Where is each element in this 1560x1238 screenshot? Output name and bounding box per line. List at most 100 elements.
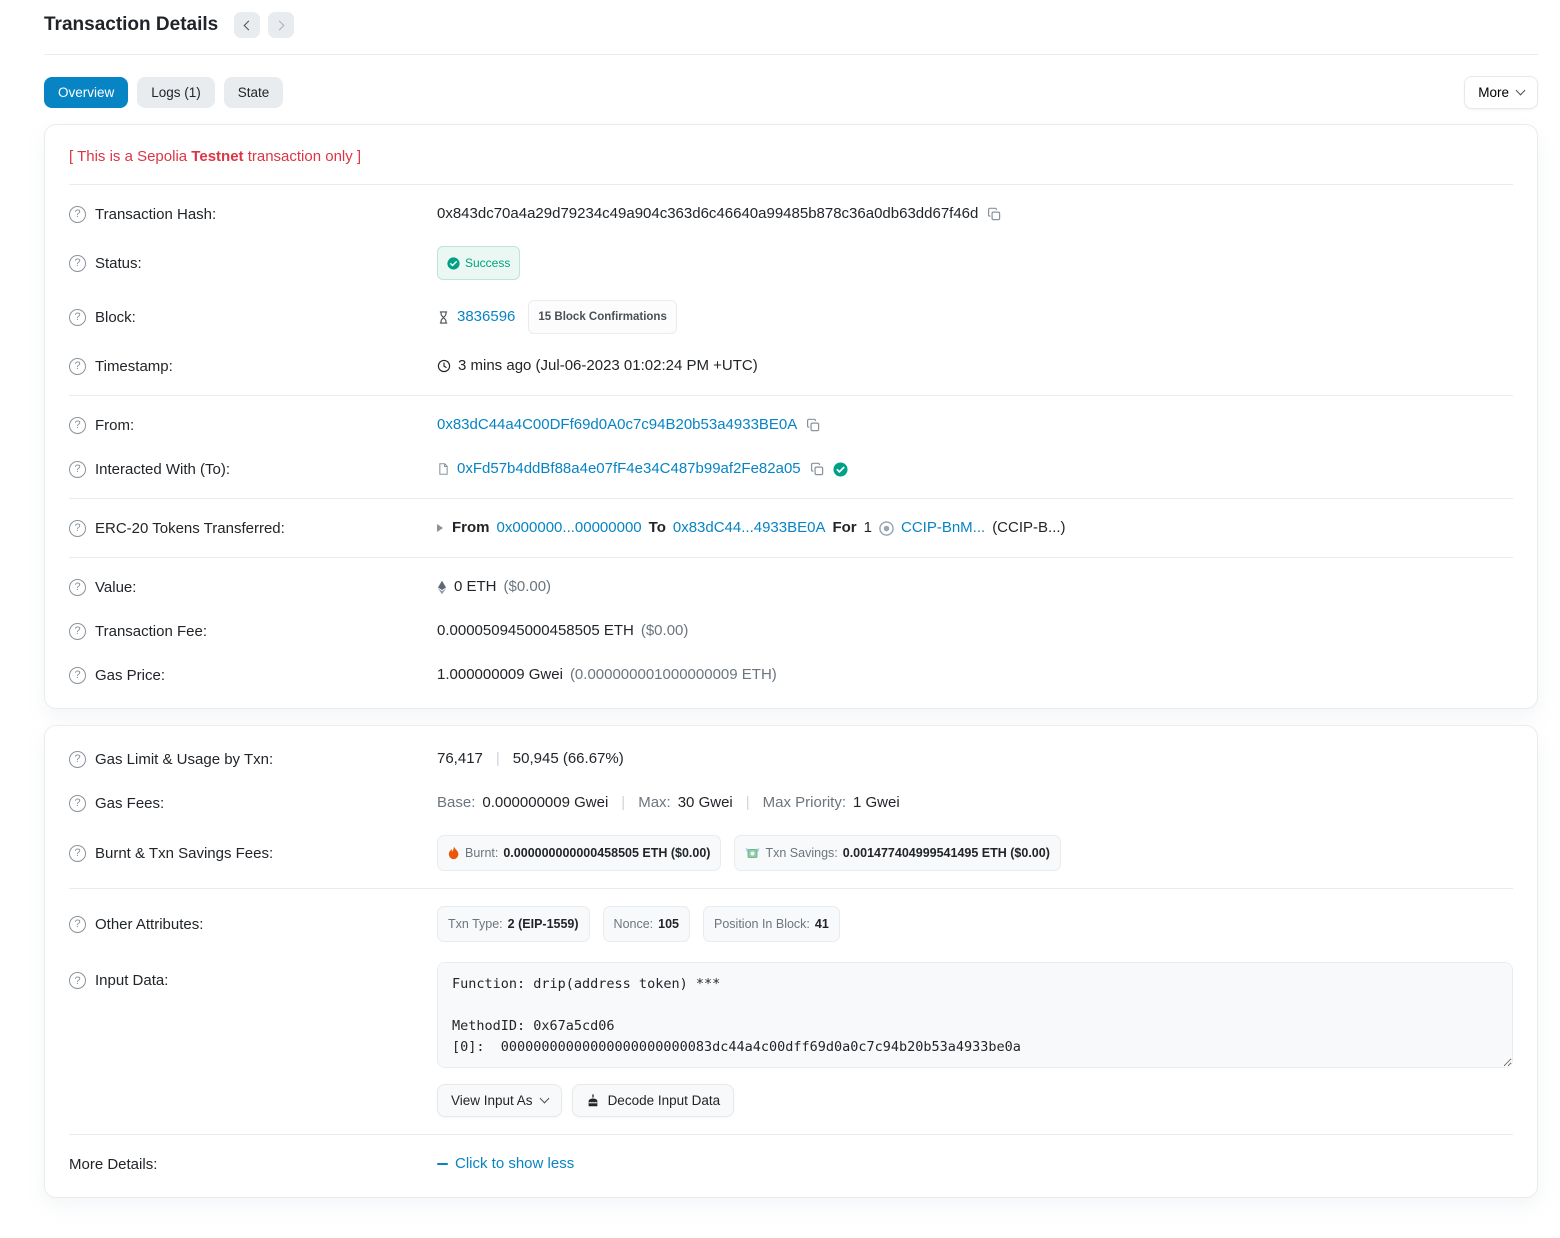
row-other-attributes: Other Attributes: Txn Type: 2 (EIP-1559)… xyxy=(69,896,1513,952)
help-icon[interactable] xyxy=(69,358,86,375)
base-fee: 0.000000009 Gwei xyxy=(482,791,608,815)
input-data-label: Input Data: xyxy=(69,962,437,989)
help-icon[interactable] xyxy=(69,309,86,326)
block-label: Block: xyxy=(69,309,437,326)
erc20-transfer-item: From 0x000000...00000000 To 0x83dC44...4… xyxy=(437,516,1513,540)
position-in-block-chip: Position In Block: 41 xyxy=(703,906,840,942)
label-text: Burnt & Txn Savings Fees: xyxy=(95,845,273,862)
help-icon[interactable] xyxy=(69,795,86,812)
erc20-to-address-link[interactable]: 0x83dC44...4933BE0A xyxy=(673,516,826,540)
help-icon[interactable] xyxy=(69,845,86,862)
row-value: Value: 0 ETH ($0.00) xyxy=(69,565,1513,609)
burnt-chip-value: 0.000000000000458505 ETH ($0.00) xyxy=(503,841,710,865)
group-other: Other Attributes: Txn Type: 2 (EIP-1559)… xyxy=(69,889,1513,1135)
from-label: From: xyxy=(69,417,437,434)
help-icon[interactable] xyxy=(69,206,86,223)
previous-transaction-button[interactable] xyxy=(234,12,260,38)
notice-post: transaction only ] xyxy=(244,148,362,165)
eth-diamond-icon xyxy=(437,580,447,595)
row-status: Status: Success xyxy=(69,236,1513,290)
erc20-from-address-link[interactable]: 0x000000...00000000 xyxy=(497,516,642,540)
chevron-left-icon xyxy=(244,20,254,30)
from-address-link[interactable]: 0x83dC44a4C00DFf69d0A0c7c94B20b53a4933BE… xyxy=(437,413,797,437)
show-less-text: Click to show less xyxy=(455,1152,574,1176)
help-icon[interactable] xyxy=(69,461,86,478)
decode-input-data-button[interactable]: Decode Input Data xyxy=(572,1084,735,1117)
copy-icon[interactable] xyxy=(804,418,822,432)
help-icon[interactable] xyxy=(69,520,86,537)
contract-address-link[interactable]: 0xFd57b4ddBf88a4e07fF4e34C487b99af2Fe82a… xyxy=(457,457,801,481)
transaction-details-page: Transaction Details Overview Logs (1) St… xyxy=(0,0,1560,1238)
value-label: Value: xyxy=(69,579,437,596)
gas-price-amount: 1.000000009 Gwei xyxy=(437,663,563,687)
other-attributes-label: Other Attributes: xyxy=(69,916,437,933)
row-gas-limit: Gas Limit & Usage by Txn: 76,417 | 50,94… xyxy=(69,737,1513,781)
erc20-for-word: For xyxy=(832,516,856,540)
decode-label: Decode Input Data xyxy=(608,1093,721,1108)
help-icon[interactable] xyxy=(69,623,86,640)
burnt-chip-label: Burnt: xyxy=(465,841,498,865)
label-text: Gas Limit & Usage by Txn: xyxy=(95,751,273,768)
gas-fees-label: Gas Fees: xyxy=(69,795,437,812)
tab-state[interactable]: State xyxy=(224,77,284,108)
copy-icon[interactable] xyxy=(985,207,1003,221)
max-fee: 30 Gwei xyxy=(678,791,733,815)
fee-usd: ($0.00) xyxy=(641,619,689,643)
max-priority-fee: 1 Gwei xyxy=(853,791,900,815)
label-text: Input Data: xyxy=(95,972,168,989)
block-number-link[interactable]: 3836596 xyxy=(457,305,515,329)
burnt-savings-value: Burnt: 0.000000000000458505 ETH ($0.00) … xyxy=(437,835,1513,871)
fire-icon xyxy=(448,846,460,860)
gas-price-value: 1.000000009 Gwei (0.000000001000000009 E… xyxy=(437,663,1513,687)
erc20-from-word: From xyxy=(452,516,490,540)
help-icon[interactable] xyxy=(69,916,86,933)
group-more-details: More Details: Click to show less xyxy=(69,1135,1513,1193)
fee-amount: 0.000050945000458505 ETH xyxy=(437,619,634,643)
label-text: Other Attributes: xyxy=(95,916,203,933)
copy-icon[interactable] xyxy=(808,462,826,476)
more-dropdown-button[interactable]: More xyxy=(1464,76,1538,109)
row-interacted-with: Interacted With (To): 0xFd57b4ddBf88a4e0… xyxy=(69,447,1513,491)
input-data-textarea[interactable]: Function: drip(address token) *** Method… xyxy=(437,962,1513,1068)
tab-logs[interactable]: Logs (1) xyxy=(137,77,215,108)
max-priority-label: Max Priority: xyxy=(763,791,846,815)
tab-overview[interactable]: Overview xyxy=(44,77,128,108)
separator: | xyxy=(490,747,506,771)
tab-bar: Overview Logs (1) State More xyxy=(44,76,1538,109)
txn-savings-chip: Txn Savings: 0.001477404999541495 ETH ($… xyxy=(734,835,1060,871)
help-icon[interactable] xyxy=(69,667,86,684)
token-name-link[interactable]: CCIP-BnM... xyxy=(901,516,985,540)
row-transaction-hash: Transaction Hash: 0x843dc70a4a29d79234c4… xyxy=(69,192,1513,236)
burnt-fee-chip: Burnt: 0.000000000000458505 ETH ($0.00) xyxy=(437,835,721,871)
row-block: Block: 3836596 15 Block Confirmations xyxy=(69,290,1513,344)
overview-card: [ This is a Sepolia Testnet transaction … xyxy=(44,124,1538,709)
next-transaction-button[interactable] xyxy=(268,12,294,38)
help-icon[interactable] xyxy=(69,751,86,768)
group-addresses: From: 0x83dC44a4C00DFf69d0A0c7c94B20b53a… xyxy=(69,396,1513,499)
more-details-value: Click to show less xyxy=(437,1152,1513,1176)
show-less-link[interactable]: Click to show less xyxy=(437,1152,574,1176)
gas-price-eth: (0.000000001000000009 ETH) xyxy=(570,663,777,687)
label-text: Transaction Fee: xyxy=(95,623,207,640)
label-text: More Details: xyxy=(69,1156,157,1173)
status-label: Status: xyxy=(69,255,437,272)
position-value: 41 xyxy=(815,912,829,936)
more-label: More xyxy=(1478,85,1509,100)
txn-type-label: Txn Type: xyxy=(448,912,503,936)
help-icon[interactable] xyxy=(69,417,86,434)
status-badge: Success xyxy=(437,246,520,280)
verified-check-icon xyxy=(833,462,848,477)
token-logo-icon xyxy=(879,521,894,536)
block-confirmations-badge: 15 Block Confirmations xyxy=(528,300,676,334)
row-gas-fees: Gas Fees: Base: 0.000000009 Gwei | Max: … xyxy=(69,781,1513,825)
label-text: Transaction Hash: xyxy=(95,206,216,223)
help-icon[interactable] xyxy=(69,579,86,596)
view-input-as-label: View Input As xyxy=(451,1093,533,1108)
interacted-with-label: Interacted With (To): xyxy=(69,461,437,478)
gas-fees-value: Base: 0.000000009 Gwei | Max: 30 Gwei | … xyxy=(437,791,1513,815)
check-circle-icon xyxy=(447,257,460,270)
help-icon[interactable] xyxy=(69,972,86,989)
help-icon[interactable] xyxy=(69,255,86,272)
view-input-as-button[interactable]: View Input As xyxy=(437,1084,562,1117)
value-usd: ($0.00) xyxy=(504,575,552,599)
